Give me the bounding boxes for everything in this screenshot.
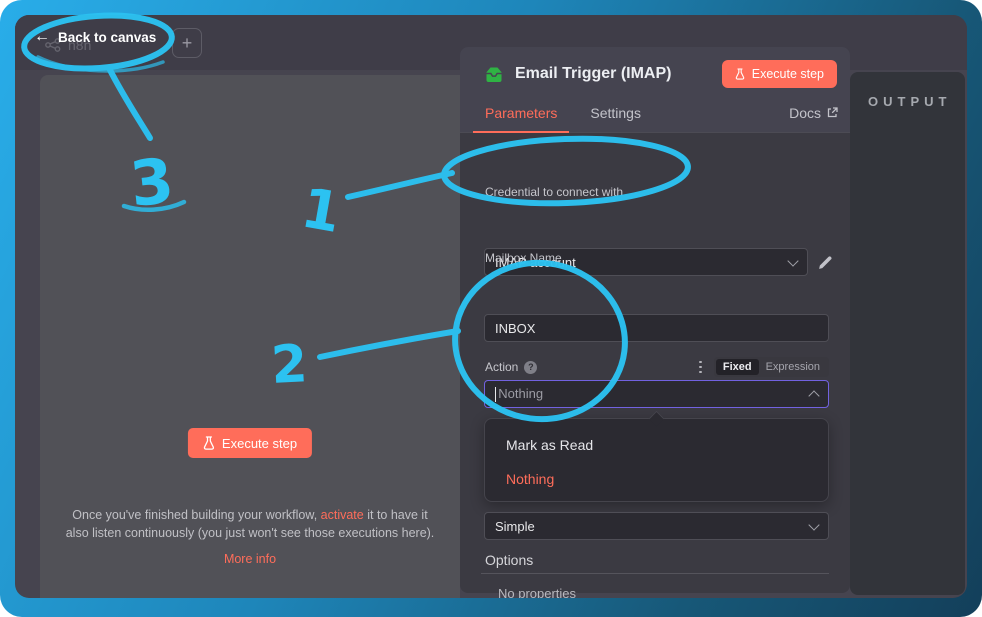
more-info-link[interactable]: More info — [48, 551, 452, 569]
trigger-input-panel: Execute step Once you've finished buildi… — [40, 75, 460, 598]
plus-icon: + — [182, 33, 193, 54]
text-cursor — [495, 387, 496, 402]
node-header: Email Trigger (IMAP) Execute step — [460, 47, 850, 93]
menu-item-mark-as-read[interactable]: Mark as Read — [485, 428, 828, 462]
docs-link[interactable]: Docs — [789, 93, 838, 132]
execute-step-button-panel[interactable]: Execute step — [722, 60, 837, 88]
toggle-fixed[interactable]: Fixed — [716, 359, 759, 375]
activation-note: Once you've finished building your workf… — [40, 507, 460, 569]
flask-icon — [203, 436, 215, 450]
menu-item-nothing[interactable]: Nothing — [485, 462, 828, 496]
edit-credential-button[interactable] — [817, 254, 834, 271]
tab-parameters[interactable]: Parameters — [473, 93, 569, 132]
tab-settings[interactable]: Settings — [578, 93, 653, 132]
format-value: Simple — [495, 519, 535, 534]
action-label-group: Action ? — [485, 360, 537, 374]
node-tabs: Parameters Settings Docs — [460, 93, 850, 133]
execute-step-label: Execute step — [752, 67, 824, 81]
back-to-canvas-label: Back to canvas — [58, 30, 156, 45]
fixed-expression-toggle: Fixed Expression — [714, 357, 829, 377]
credential-label: Credential to connect with — [485, 185, 623, 199]
new-tab-button[interactable]: + — [172, 28, 202, 58]
output-panel-label: OUTPUT — [868, 94, 951, 109]
mailbox-value: INBOX — [495, 321, 535, 336]
action-dropdown-menu: Mark as Read Nothing — [484, 418, 829, 502]
action-value: Nothing — [495, 386, 543, 402]
help-icon[interactable]: ? — [524, 361, 537, 374]
external-link-icon — [827, 107, 838, 118]
chevron-down-icon — [787, 255, 798, 266]
chevron-up-icon — [808, 390, 819, 401]
note-text-1: Once you've finished building your workf… — [72, 508, 320, 522]
back-to-canvas-button[interactable]: ← Back to canvas — [34, 29, 156, 45]
note-text-3: also listen continuously (you just won't… — [66, 526, 435, 540]
node-settings-panel: Email Trigger (IMAP) Execute step Parame… — [460, 47, 850, 593]
node-title: Email Trigger (IMAP) — [515, 65, 671, 83]
action-label: Action — [485, 360, 518, 374]
docs-label: Docs — [789, 105, 821, 121]
param-options-menu-icon[interactable] — [696, 358, 705, 377]
options-divider — [481, 573, 829, 574]
toggle-expression[interactable]: Expression — [759, 359, 827, 375]
back-arrow-icon: ← — [34, 29, 50, 45]
chevron-down-icon — [808, 519, 819, 530]
email-trigger-node-icon — [484, 66, 504, 83]
activate-link[interactable]: activate — [321, 508, 364, 522]
format-select[interactable]: Simple — [484, 512, 829, 540]
action-param-row: Action ? Fixed Expression — [485, 357, 829, 377]
options-section-title: Options — [485, 552, 533, 568]
flask-icon — [735, 68, 745, 80]
action-select[interactable]: Nothing — [484, 380, 829, 408]
mailbox-label: Mailbox Name — [485, 251, 562, 265]
note-text-2: it to have it — [364, 508, 428, 522]
execute-step-label: Execute step — [222, 436, 297, 451]
pencil-icon — [817, 254, 834, 271]
app-window: n8n ← Back to canvas + Execute step Once… — [15, 15, 967, 598]
output-panel: OUTPUT — [850, 72, 965, 595]
execute-step-button-canvas[interactable]: Execute step — [188, 428, 312, 458]
no-properties-text: No properties — [498, 586, 576, 598]
screenshot-frame: n8n ← Back to canvas + Execute step Once… — [0, 0, 982, 617]
mailbox-input[interactable]: INBOX — [484, 314, 829, 342]
